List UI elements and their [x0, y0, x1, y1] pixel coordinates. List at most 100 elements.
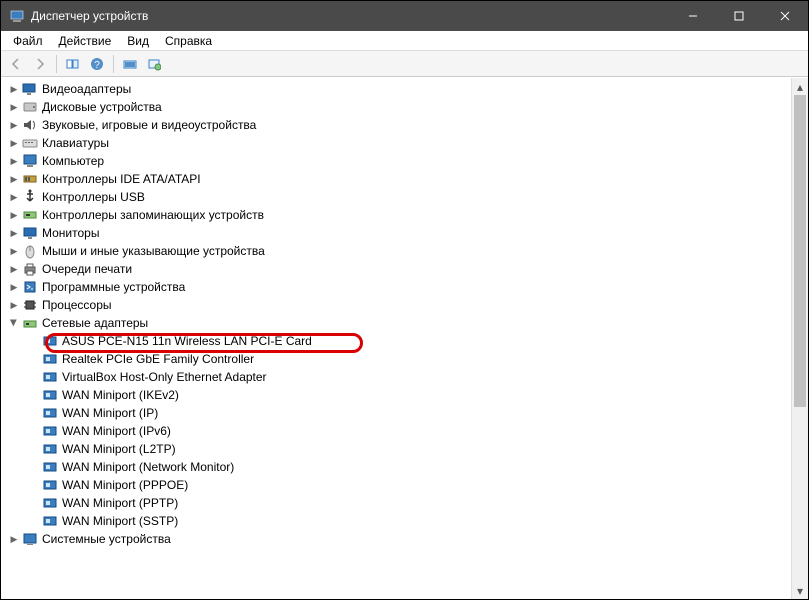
tree-label: Сетевые адаптеры: [42, 316, 148, 330]
minimize-button[interactable]: [670, 1, 716, 31]
menu-file[interactable]: Файл: [5, 32, 51, 50]
tree-label: Контроллеры USB: [42, 190, 145, 204]
tree-device-wan-sstp[interactable]: WAN Miniport (SSTP): [27, 512, 791, 530]
tree-label: Realtek PCIe GbE Family Controller: [62, 352, 254, 366]
tree-label: Дисковые устройства: [42, 100, 162, 114]
vertical-scrollbar[interactable]: ▴ ▾: [791, 78, 808, 599]
tree-category-network-adapters[interactable]: ▶ Сетевые адаптеры: [7, 314, 791, 332]
tree-category-monitors[interactable]: ▶ Мониторы: [7, 224, 791, 242]
chevron-right-icon[interactable]: ▶: [7, 118, 21, 132]
tree-device-wan-l2tp[interactable]: WAN Miniport (L2TP): [27, 440, 791, 458]
tree-category-video[interactable]: ▶ Видеоадаптеры: [7, 80, 791, 98]
chevron-right-icon[interactable]: ▶: [7, 262, 21, 276]
scroll-up-arrow-icon[interactable]: ▴: [792, 78, 808, 95]
tree-category-print-queues[interactable]: ▶ Очереди печати: [7, 260, 791, 278]
chevron-right-icon[interactable]: ▶: [7, 298, 21, 312]
tree-label: Системные устройства: [42, 532, 171, 546]
tree-device-wan-ipv6[interactable]: WAN Miniport (IPv6): [27, 422, 791, 440]
chevron-right-icon[interactable]: ▶: [7, 280, 21, 294]
tree-device-asus-wifi[interactable]: ASUS PCE-N15 11n Wireless LAN PCI-E Card: [27, 332, 791, 350]
app-icon: [9, 8, 25, 24]
no-expander: [27, 496, 41, 510]
network-adapter-icon: [42, 441, 58, 457]
window-controls: [670, 1, 808, 31]
printer-icon: [22, 261, 38, 277]
chevron-right-icon[interactable]: ▶: [7, 244, 21, 258]
network-adapter-icon: [42, 405, 58, 421]
tree-category-hid[interactable]: ▶ Мыши и иные указывающие устройства: [7, 242, 791, 260]
tree-label: Мониторы: [42, 226, 99, 240]
tree-label: WAN Miniport (PPPOE): [62, 478, 188, 492]
chevron-right-icon[interactable]: ▶: [7, 208, 21, 222]
tree-device-wan-pptp[interactable]: WAN Miniport (PPTP): [27, 494, 791, 512]
tree-category-disk[interactable]: ▶ Дисковые устройства: [7, 98, 791, 116]
tree-label: WAN Miniport (IP): [62, 406, 158, 420]
menu-view[interactable]: Вид: [119, 32, 157, 50]
chevron-right-icon[interactable]: ▶: [7, 190, 21, 204]
tree-label: WAN Miniport (L2TP): [62, 442, 176, 456]
network-adapter-icon: [42, 513, 58, 529]
menu-action[interactable]: Действие: [51, 32, 120, 50]
tree-device-wan-netmon[interactable]: WAN Miniport (Network Monitor): [27, 458, 791, 476]
device-tree[interactable]: ▶ Видеоадаптеры ▶ Дисковые устройства ▶: [1, 78, 791, 599]
network-adapter-icon: [42, 477, 58, 493]
tree-label: Видеоадаптеры: [42, 82, 131, 96]
network-adapter-icon: [42, 369, 58, 385]
tree-category-processors[interactable]: ▶ Процессоры: [7, 296, 791, 314]
tree-device-wan-ip[interactable]: WAN Miniport (IP): [27, 404, 791, 422]
tree-category-ide[interactable]: ▶ Контроллеры IDE ATA/ATAPI: [7, 170, 791, 188]
usb-icon: [22, 189, 38, 205]
chevron-down-icon[interactable]: ▶: [7, 316, 21, 330]
tree-label: Программные устройства: [42, 280, 185, 294]
forward-button: [29, 53, 51, 75]
toolbar-separator: [56, 55, 57, 73]
tree-label: Мыши и иные указывающие устройства: [42, 244, 265, 258]
software-device-icon: [22, 279, 38, 295]
scroll-down-arrow-icon[interactable]: ▾: [792, 582, 808, 599]
tree-category-keyboard[interactable]: ▶ Клавиатуры: [7, 134, 791, 152]
keyboard-icon: [22, 135, 38, 151]
tree-label: Процессоры: [42, 298, 112, 312]
tree-device-realtek[interactable]: Realtek PCIe GbE Family Controller: [27, 350, 791, 368]
chevron-right-icon[interactable]: ▶: [7, 226, 21, 240]
menubar: Файл Действие Вид Справка: [1, 31, 808, 51]
mouse-icon: [22, 243, 38, 259]
tree-device-wan-pppoe[interactable]: WAN Miniport (PPPOE): [27, 476, 791, 494]
chevron-right-icon[interactable]: ▶: [7, 172, 21, 186]
chevron-right-icon[interactable]: ▶: [7, 532, 21, 546]
tree-label: Звуковые, игровые и видеоустройства: [42, 118, 256, 132]
chevron-right-icon[interactable]: ▶: [7, 154, 21, 168]
tree-category-system-devices[interactable]: ▶ Системные устройства: [7, 530, 791, 548]
scroll-thumb[interactable]: [794, 95, 806, 407]
help-button[interactable]: ?: [86, 53, 108, 75]
system-device-icon: [22, 531, 38, 547]
tree-category-storage-controllers[interactable]: ▶ Контроллеры запоминающих устройств: [7, 206, 791, 224]
close-button[interactable]: [762, 1, 808, 31]
scan-hardware-button[interactable]: [119, 53, 141, 75]
ide-controller-icon: [22, 171, 38, 187]
menu-help[interactable]: Справка: [157, 32, 220, 50]
storage-controller-icon: [22, 207, 38, 223]
tree-category-audio[interactable]: ▶ Звуковые, игровые и видеоустройства: [7, 116, 791, 134]
no-expander: [27, 352, 41, 366]
chevron-right-icon[interactable]: ▶: [7, 82, 21, 96]
show-hidden-button[interactable]: [62, 53, 84, 75]
scroll-track[interactable]: [792, 95, 808, 582]
tree-category-software-devices[interactable]: ▶ Программные устройства: [7, 278, 791, 296]
network-category-icon: [22, 315, 38, 331]
toolbar-separator: [113, 55, 114, 73]
tree-category-usb[interactable]: ▶ Контроллеры USB: [7, 188, 791, 206]
network-adapter-icon: [42, 495, 58, 511]
maximize-button[interactable]: [716, 1, 762, 31]
display-adapter-icon: [22, 81, 38, 97]
chevron-right-icon[interactable]: ▶: [7, 100, 21, 114]
tree-category-computer[interactable]: ▶ Компьютер: [7, 152, 791, 170]
network-adapter-icon: [42, 387, 58, 403]
tree-device-wan-ikev2[interactable]: WAN Miniport (IKEv2): [27, 386, 791, 404]
chevron-right-icon[interactable]: ▶: [7, 136, 21, 150]
no-expander: [27, 388, 41, 402]
disk-icon: [22, 99, 38, 115]
network-adapter-icon: [42, 423, 58, 439]
update-driver-button[interactable]: [143, 53, 165, 75]
tree-device-virtualbox[interactable]: VirtualBox Host-Only Ethernet Adapter: [27, 368, 791, 386]
